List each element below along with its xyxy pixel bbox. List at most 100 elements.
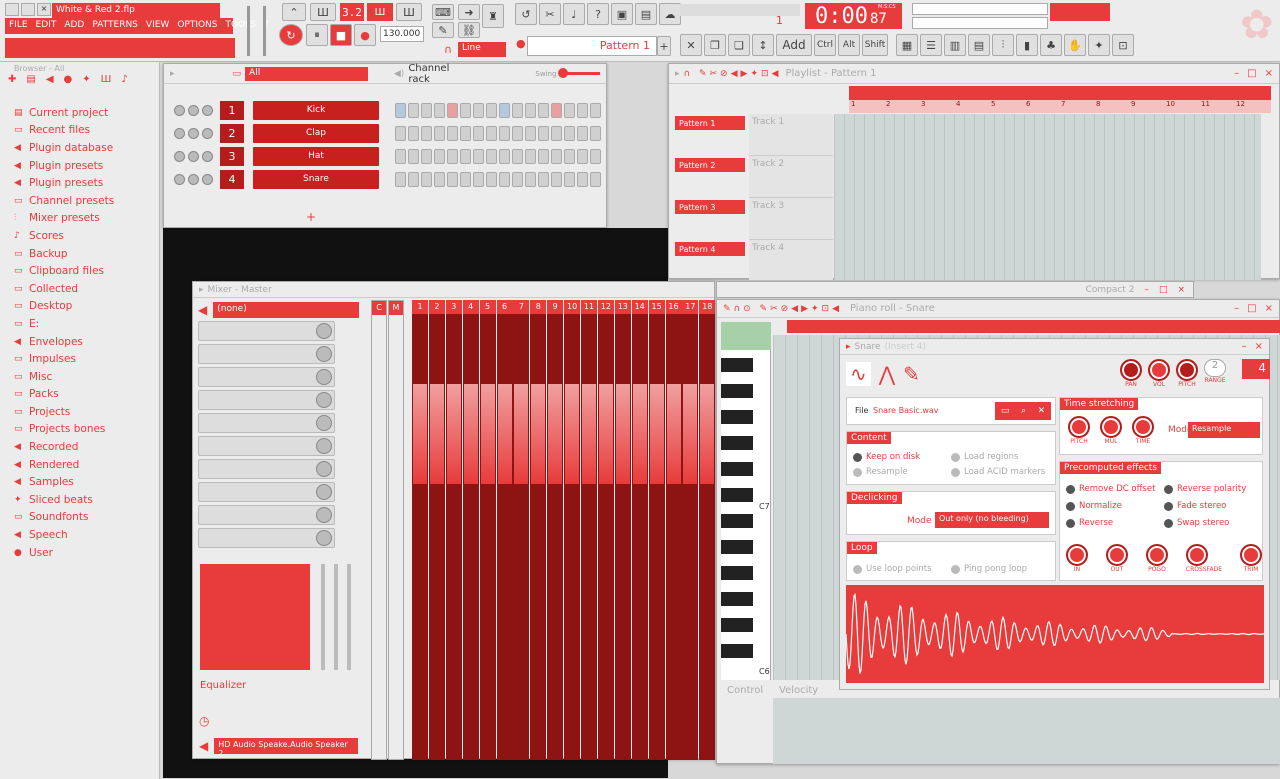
- menu-help[interactable]: ?: [260, 18, 273, 34]
- step-button[interactable]: [551, 102, 562, 118]
- step-button[interactable]: [447, 171, 458, 187]
- step-button[interactable]: [408, 148, 419, 164]
- clear-icon[interactable]: ✕: [1038, 406, 1046, 416]
- playlist-grid[interactable]: [834, 114, 1261, 280]
- step-button[interactable]: [577, 102, 588, 118]
- close-icon[interactable]: ×: [1265, 68, 1273, 79]
- pan-knob[interactable]: [188, 150, 199, 162]
- fx-slot[interactable]: [198, 367, 335, 387]
- loop-icon[interactable]: ↻: [279, 24, 303, 46]
- piano-roll-icon[interactable]: ▥: [944, 34, 966, 56]
- step-button[interactable]: [460, 148, 471, 164]
- step-button[interactable]: [577, 148, 588, 164]
- step-button[interactable]: [421, 102, 432, 118]
- black-key[interactable]: [721, 384, 753, 398]
- browser-item[interactable]: ▭ Clipboard files: [0, 262, 159, 280]
- step-button[interactable]: [421, 171, 432, 187]
- mixer-strip[interactable]: 16: [665, 300, 682, 760]
- mixer-strip[interactable]: M: [388, 300, 404, 760]
- browser-item[interactable]: ◀ Plugin presets: [0, 174, 159, 192]
- browser-item[interactable]: ▭ Recent files: [0, 122, 159, 140]
- close-icon[interactable]: ×: [1255, 341, 1263, 352]
- step-button[interactable]: [577, 171, 588, 187]
- mixer-icon[interactable]: ⫶: [992, 34, 1014, 56]
- cut-icon[interactable]: ✂: [539, 3, 561, 25]
- mic-icon[interactable]: ♩: [563, 3, 585, 25]
- browser-icon[interactable]: ▮: [1016, 34, 1038, 56]
- fx-slot[interactable]: [198, 413, 335, 433]
- slot-mix-knob[interactable]: [316, 323, 332, 339]
- copy-tool-icon[interactable]: ❐: [704, 34, 726, 56]
- mixer-track-number[interactable]: 1: [220, 100, 244, 120]
- mute-led[interactable]: [174, 173, 185, 185]
- piano-filter-icon[interactable]: Ш: [101, 74, 112, 92]
- step-button[interactable]: [395, 102, 406, 118]
- black-key[interactable]: [721, 488, 753, 502]
- step-button[interactable]: [525, 125, 536, 141]
- tempo-display[interactable]: 130.000: [380, 26, 424, 42]
- piano-roll-scrollbar[interactable]: [787, 320, 1280, 333]
- browser-item[interactable]: ▭ Collected: [0, 280, 159, 298]
- mixer-track-number[interactable]: 3: [220, 146, 244, 166]
- maximize-icon[interactable]: □: [1247, 303, 1256, 314]
- step-button[interactable]: [460, 125, 471, 141]
- arrow-icon[interactable]: ▸: [846, 342, 851, 352]
- maximize-icon[interactable]: □: [1159, 285, 1168, 295]
- menu-tools[interactable]: TOOLS: [222, 18, 260, 34]
- menu-view[interactable]: VIEW: [142, 18, 173, 34]
- wrench-icon[interactable]: ✦: [1088, 34, 1110, 56]
- load-regions-option[interactable]: Load regions: [951, 452, 1018, 462]
- menu-add[interactable]: ADD: [60, 18, 88, 34]
- browser-item[interactable]: ◀ Envelopes: [0, 333, 159, 351]
- arrow-icon[interactable]: ▸: [199, 285, 204, 295]
- eq-band-slider[interactable]: [321, 564, 325, 670]
- snap-select[interactable]: Line: [458, 42, 506, 57]
- step-button[interactable]: [564, 125, 575, 141]
- swing-knob[interactable]: [558, 68, 569, 78]
- step-button[interactable]: [447, 148, 458, 164]
- pattern-item[interactable]: Pattern 1: [675, 116, 745, 130]
- black-key[interactable]: [721, 644, 753, 658]
- step-button[interactable]: [525, 171, 536, 187]
- arrow-icon[interactable]: ▸: [170, 69, 175, 79]
- mute-led[interactable]: [174, 104, 185, 116]
- eq-band-slider[interactable]: [334, 564, 338, 670]
- compact-label[interactable]: Compact 2: [1086, 285, 1135, 295]
- waveform-display[interactable]: [846, 585, 1264, 683]
- black-key[interactable]: [721, 462, 753, 476]
- browser-item[interactable]: ◀ Plugin database: [0, 139, 159, 157]
- volume-knob[interactable]: [202, 127, 213, 139]
- mixer-strip[interactable]: 11: [581, 300, 597, 760]
- step-button[interactable]: [512, 148, 523, 164]
- step-button[interactable]: [460, 102, 471, 118]
- ctrl-button[interactable]: Ctrl: [814, 34, 836, 56]
- step-button[interactable]: [499, 102, 510, 118]
- step-button[interactable]: [408, 171, 419, 187]
- slot-mix-knob[interactable]: [316, 530, 332, 546]
- fx-slot[interactable]: [198, 459, 335, 479]
- mixer-strip[interactable]: 6: [496, 300, 513, 760]
- slot-mix-knob[interactable]: [316, 415, 332, 431]
- step-button[interactable]: [564, 102, 575, 118]
- slot-mix-knob[interactable]: [316, 461, 332, 477]
- step-button[interactable]: [538, 148, 549, 164]
- volume-knob[interactable]: [202, 104, 213, 116]
- mixer-track-number[interactable]: 4: [220, 169, 244, 189]
- menu-file[interactable]: FILE: [5, 18, 32, 34]
- pattern-selector[interactable]: Pattern 1: [527, 36, 657, 56]
- browser-item[interactable]: ▭ Projects: [0, 403, 159, 421]
- black-key[interactable]: [721, 540, 753, 554]
- track-header[interactable]: Track 3: [749, 198, 833, 240]
- close-icon[interactable]: ×: [37, 3, 51, 16]
- mixer-strip[interactable]: 4: [462, 300, 479, 760]
- fade-stereo-option[interactable]: Fade stereo: [1164, 501, 1226, 511]
- step-button[interactable]: [551, 148, 562, 164]
- ping-pong-option[interactable]: Ping pong loop: [951, 564, 1027, 574]
- paste-tool-icon[interactable]: ❏: [728, 34, 750, 56]
- step-button[interactable]: [499, 148, 510, 164]
- step-button[interactable]: [460, 171, 471, 187]
- browser-item[interactable]: ◀ Samples: [0, 473, 159, 491]
- maximize-icon[interactable]: □: [1247, 68, 1256, 79]
- minimize-icon[interactable]: –: [1242, 341, 1247, 352]
- note-icon[interactable]: ♪: [121, 74, 127, 92]
